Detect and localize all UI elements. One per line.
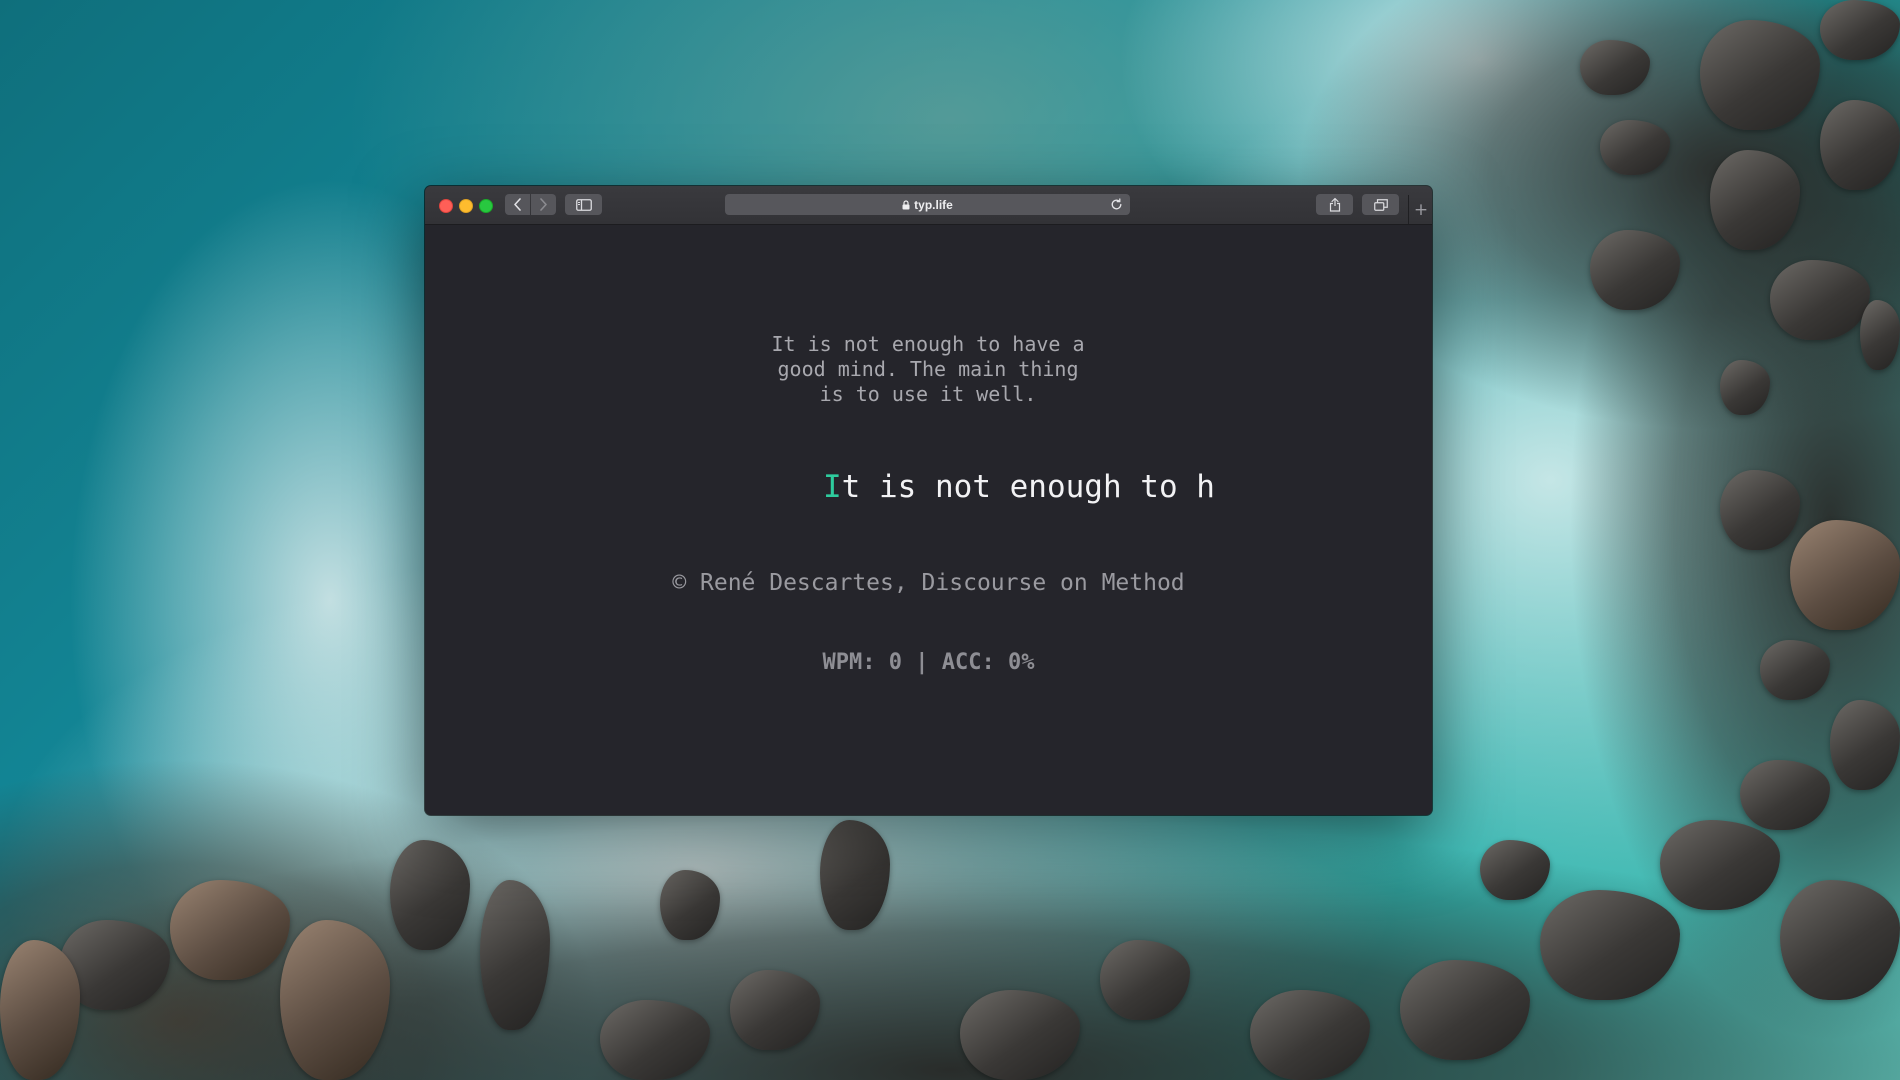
typing-input-line[interactable]: It is not enough to h <box>823 468 1215 506</box>
lock-icon <box>902 199 910 210</box>
zoom-window-button[interactable] <box>479 199 493 213</box>
chevron-right-icon <box>540 198 547 211</box>
share-button[interactable] <box>1316 194 1353 215</box>
url-text: typ.life <box>914 197 953 212</box>
chevron-left-icon <box>514 198 521 211</box>
remaining-text: t is not enough to h <box>841 469 1215 505</box>
new-tab-button[interactable]: + <box>1408 195 1432 224</box>
sidebar-icon <box>575 198 592 211</box>
close-window-button[interactable] <box>439 199 453 213</box>
back-button[interactable] <box>505 194 530 215</box>
address-text: typ.life <box>725 194 1130 215</box>
typing-stats: WPM: 0 | ACC: 0% <box>822 650 1035 675</box>
tabs-overview-icon <box>1373 198 1388 211</box>
address-bar[interactable]: typ.life <box>725 194 1130 215</box>
show-sidebar-button[interactable] <box>565 194 602 215</box>
quote-attribution: © René Descartes, Discourse on Method <box>672 570 1185 596</box>
forward-button[interactable] <box>531 194 556 215</box>
browser-toolbar: typ.life + <box>425 186 1432 225</box>
show-all-tabs-button[interactable] <box>1362 194 1399 215</box>
minimize-window-button[interactable] <box>459 199 473 213</box>
share-icon <box>1329 197 1340 212</box>
typing-test-page[interactable]: It is not enough to have a good mind. Th… <box>425 225 1432 815</box>
quote-text: It is not enough to have a good mind. Th… <box>771 332 1085 406</box>
reload-icon[interactable] <box>1109 197 1124 212</box>
browser-window: typ.life + It is not enough to have a go… <box>425 186 1432 815</box>
current-character: I <box>823 469 842 505</box>
